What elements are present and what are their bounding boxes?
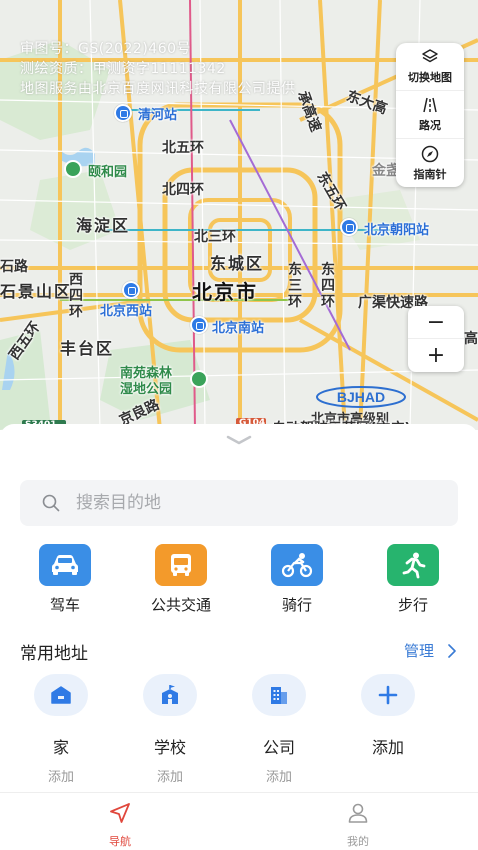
map-label-dongsan: 东三环 [288, 262, 302, 310]
map-label-bei3: 北三环 [194, 229, 236, 245]
home-icon [51, 686, 71, 704]
station-icon [340, 218, 358, 236]
compass-icon [421, 145, 439, 162]
bus-icon [171, 554, 191, 576]
address-add-button[interactable]: 添加 [343, 674, 433, 758]
address-office-button[interactable]: 公司 添加 [234, 674, 324, 785]
park-icon [190, 370, 208, 388]
address-school-label: 学校 [153, 738, 186, 757]
mode-bike-button[interactable]: 骑行 [247, 544, 347, 615]
mode-icon-bg [39, 544, 91, 586]
map-view[interactable]: 审图号：GS(2022)460号 测绘资质：甲测资字11111342 地图服务由… [0, 0, 478, 430]
address-icon-bg [34, 674, 88, 716]
switch-map-button[interactable]: 切换地图 [396, 43, 464, 91]
map-label-chaoyangzhan: 北京朝阳站 [364, 223, 430, 238]
mode-walk-label: 步行 [397, 596, 428, 614]
map-label-bei4: 北四环 [162, 182, 204, 198]
address-icon-bg [143, 674, 197, 716]
address-icon-bg [361, 674, 415, 716]
mode-transit-button[interactable]: 公共交通 [131, 544, 231, 615]
map-label-bei5: 北五环 [162, 140, 204, 156]
address-add-label: 添加 [371, 738, 404, 757]
travel-modes: 驾车 公共交通 骑行 步行 [0, 544, 478, 624]
address-school-button[interactable]: 学校 添加 [125, 674, 215, 785]
address-icon-bg [252, 674, 306, 716]
nav-tab-navigation-label: 导航 [109, 835, 131, 848]
frequent-addresses-list: 家 添加 学校 添加 公司 添加 添加 [0, 674, 478, 785]
search-box[interactable] [20, 480, 458, 526]
zoom-out-button[interactable]: − [408, 306, 464, 339]
chevron-right-icon [448, 643, 456, 658]
school-icon [162, 685, 178, 704]
plus-icon [378, 685, 398, 705]
nav-tab-navigation[interactable]: 导航 [80, 801, 160, 849]
sheet-handle-chevron-icon[interactable] [225, 434, 253, 446]
search-icon [42, 494, 60, 512]
zoom-controls: − + [408, 306, 464, 372]
address-home-label: 家 [52, 738, 69, 757]
zoom-in-button[interactable]: + [408, 339, 464, 372]
mode-icon-bg [155, 544, 207, 586]
map-controls-panel: 切换地图 路况 指南针 [396, 43, 464, 187]
map-label-beijingnan: 北京南站 [212, 321, 265, 336]
map-label-qinghe: 清河站 [138, 108, 178, 123]
map-label-yiheyuan: 颐和园 [88, 165, 128, 180]
map-label-shilu: 石路 [0, 259, 28, 275]
map-label-xisi: 西四环 [69, 272, 83, 320]
bottom-sheet: 驾车 公共交通 [0, 424, 478, 794]
map-label-dongcheng: 东城区 [210, 254, 265, 273]
walk-icon [402, 552, 426, 579]
nav-tab-profile[interactable]: 我的 [318, 801, 398, 849]
traffic-button[interactable]: 路况 [396, 91, 464, 139]
mode-walk-button[interactable]: 步行 [363, 544, 463, 615]
station-icon [122, 281, 140, 299]
map-label-shijingshan: 石景山区 [0, 282, 73, 301]
bike-icon [281, 553, 313, 578]
map-service-provider: 地图服务由北京百度网讯科技有限公司提供 [20, 81, 296, 97]
mode-icon-bg [387, 544, 439, 586]
car-icon [52, 555, 78, 575]
map-label-nanyuan-2: 湿地公园 [120, 382, 173, 397]
switch-map-label: 切换地图 [408, 71, 452, 84]
address-office-label: 公司 [262, 738, 295, 757]
station-icon [114, 104, 132, 122]
map-label-beijingxi: 北京西站 [100, 304, 153, 319]
manage-label: 管理 [403, 642, 434, 660]
address-home-button[interactable]: 家 添加 [16, 674, 106, 785]
user-icon [348, 803, 368, 823]
map-approval-number: 审图号：GS(2022)460号 [20, 41, 192, 57]
layers-icon [422, 49, 438, 63]
mode-drive-label: 驾车 [49, 596, 80, 614]
traffic-label: 路况 [419, 119, 441, 132]
mode-transit-label: 公共交通 [150, 596, 211, 614]
map-label-beijing: 北京市 [192, 280, 258, 304]
map-label-haidian: 海淀区 [76, 216, 131, 235]
office-icon [271, 687, 287, 704]
map-label-gao: 高 [464, 331, 478, 347]
bottom-nav: 导航 我的 [0, 792, 478, 850]
bjhad-logo-icon: BJHAD [316, 386, 406, 408]
address-school-sub: 添加 [156, 770, 183, 785]
address-home-sub: 添加 [47, 770, 74, 785]
map-survey-license: 测绘资质：甲测资字11111342 [20, 61, 226, 77]
manage-button[interactable]: 管理 [404, 640, 456, 661]
search-input[interactable] [76, 493, 416, 513]
mode-bike-label: 骑行 [281, 596, 312, 614]
map-label-fengtai: 丰台区 [60, 339, 115, 358]
mode-icon-bg [271, 544, 323, 586]
address-office-sub: 添加 [265, 770, 292, 785]
bjhad-logo-text: BJHAD [337, 389, 385, 405]
compass-button[interactable]: 指南针 [396, 139, 464, 187]
navigation-arrow-icon [110, 803, 130, 823]
map-label-dongsi: 东四环 [321, 262, 335, 310]
station-icon [190, 316, 208, 334]
park-icon [64, 160, 82, 178]
road-icon [423, 97, 437, 113]
nav-tab-profile-label: 我的 [347, 835, 369, 848]
mode-drive-button[interactable]: 驾车 [15, 544, 115, 615]
compass-label: 指南针 [413, 167, 447, 181]
frequent-addresses-title: 常用地址 [20, 644, 88, 664]
